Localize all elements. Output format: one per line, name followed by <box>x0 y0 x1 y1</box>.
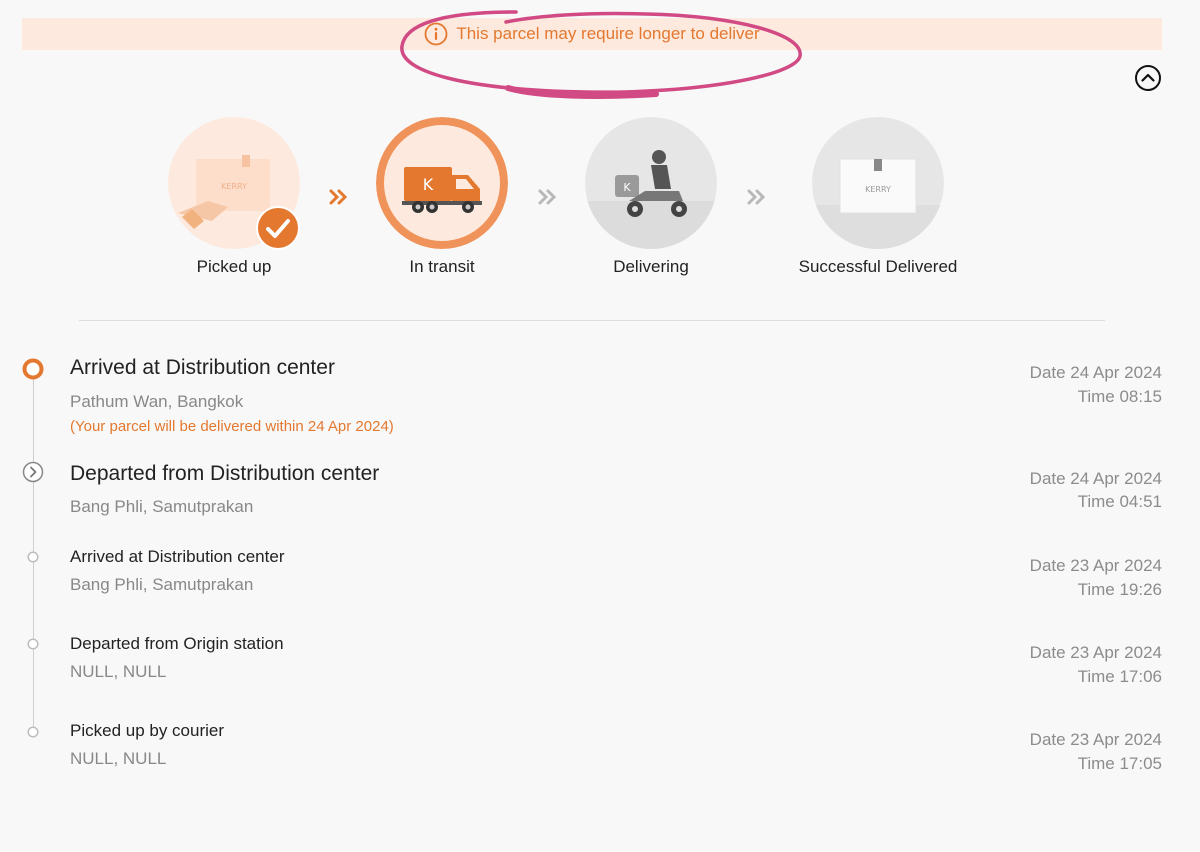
event-location: Bang Phli, Samutprakan <box>70 575 254 594</box>
event-location: NULL, NULL <box>70 662 167 681</box>
box-icon: KERRY <box>812 117 944 249</box>
event-time: Time 19:26 <box>1077 580 1162 599</box>
delivering-illustration: K <box>585 117 717 249</box>
event-location: Bang Phli, Samutprakan <box>70 497 254 516</box>
chevron-up-icon <box>1135 65 1161 91</box>
step-label: Successful Delivered <box>798 257 958 276</box>
delay-notice-text: This parcel may require longer to delive… <box>456 24 760 43</box>
event-time: Time 17:05 <box>1077 754 1162 773</box>
collapse-button[interactable] <box>1134 64 1162 92</box>
tracking-page: This parcel may require longer to delive… <box>0 0 1200 852</box>
delivered-illustration: KERRY <box>812 117 944 249</box>
delay-notice-banner: This parcel may require longer to delive… <box>22 18 1162 50</box>
current-dot-icon <box>22 358 44 380</box>
svg-text:K: K <box>423 175 434 194</box>
event-title: Departed from Origin station <box>70 634 284 653</box>
step-picked-up: KERRY Picked up <box>134 117 334 277</box>
step-label: In transit <box>409 257 475 276</box>
event-title: Departed from Distribution center <box>70 462 380 485</box>
step-successful-delivered: KERRY Successful Delivered <box>778 117 978 277</box>
check-icon <box>256 206 300 250</box>
scooter-rider-icon: K <box>585 117 717 249</box>
event-date: Date 24 Apr 2024 <box>1029 363 1162 382</box>
chevron-right-icon <box>22 461 44 483</box>
step-label: Delivering <box>613 257 689 276</box>
step-label: Picked up <box>196 257 272 276</box>
event-location: Pathum Wan, Bangkok <box>70 392 244 411</box>
event-title: Picked up by courier <box>70 721 225 740</box>
divider <box>79 320 1105 321</box>
event-time: Time 17:06 <box>1077 667 1162 686</box>
svg-text:K: K <box>623 181 631 194</box>
double-chevron-icon <box>747 189 766 205</box>
event-date: Date 23 Apr 2024 <box>1029 643 1162 662</box>
step-in-transit: K In transit <box>342 117 542 277</box>
in-transit-illustration: K <box>376 117 508 249</box>
timeline-dot-icon <box>27 726 39 738</box>
event-time: Time 08:15 <box>1077 387 1162 406</box>
step-delivering: K Delivering <box>551 117 751 277</box>
svg-text:KERRY: KERRY <box>221 182 247 191</box>
delivery-estimate-note: (Your parcel will be delivered within 24… <box>70 418 394 435</box>
event-time: Time 04:51 <box>1077 492 1162 511</box>
event-date: Date 23 Apr 2024 <box>1029 556 1162 575</box>
truck-icon: K <box>376 117 508 249</box>
timeline-dot-icon <box>27 551 39 563</box>
event-location: NULL, NULL <box>70 749 167 768</box>
svg-text:KERRY: KERRY <box>865 185 891 194</box>
event-date: Date 24 Apr 2024 <box>1029 469 1162 488</box>
timeline-dot-icon <box>27 638 39 650</box>
event-title: Arrived at Distribution center <box>70 547 285 566</box>
info-icon <box>424 22 448 46</box>
event-title: Arrived at Distribution center <box>70 356 335 379</box>
event-date: Date 23 Apr 2024 <box>1029 730 1162 749</box>
